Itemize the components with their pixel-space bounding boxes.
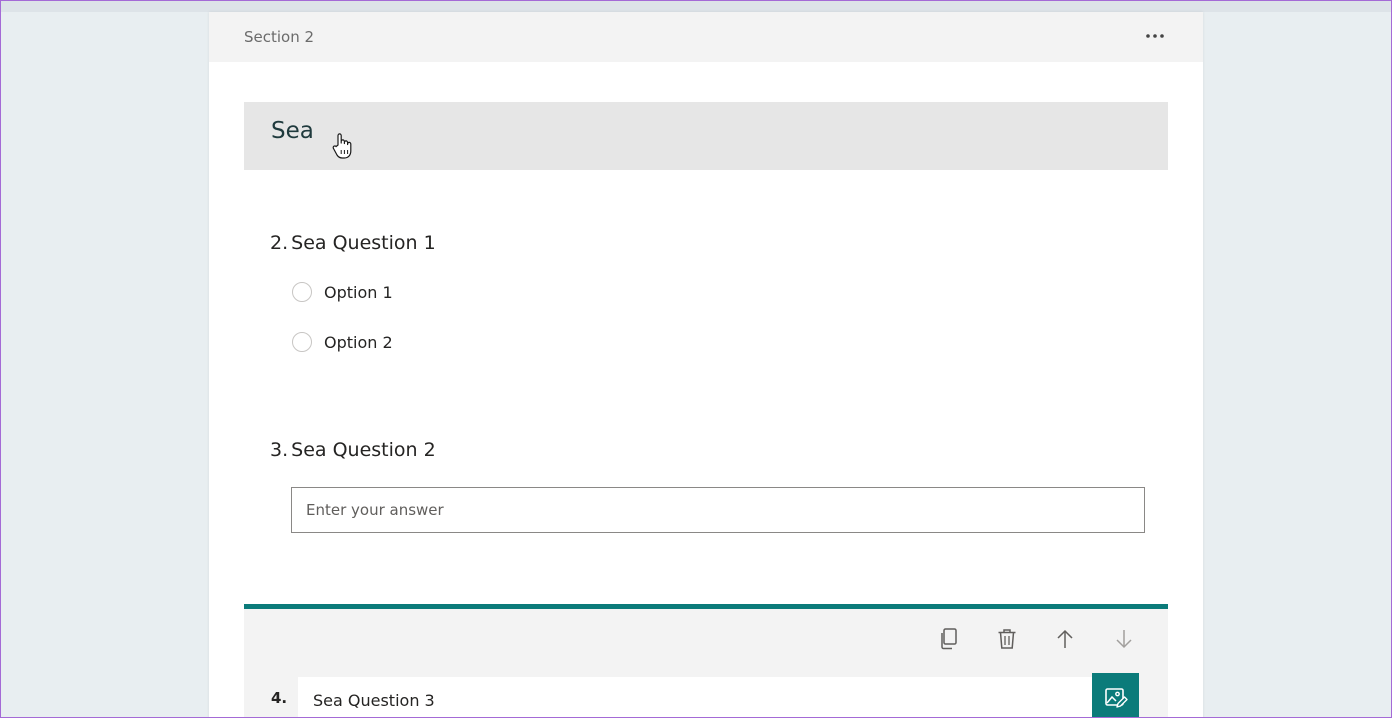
question-number: 3. <box>270 439 289 461</box>
move-up-button[interactable] <box>1051 625 1079 653</box>
question-number: 2. <box>270 232 289 254</box>
section-label: Section 2 <box>244 28 315 46</box>
question-title-input[interactable] <box>298 677 1092 718</box>
section-header: Section 2 <box>209 12 1203 62</box>
answer-input[interactable] <box>291 487 1145 533</box>
copy-icon <box>941 628 957 650</box>
hand-cursor-icon <box>332 133 352 159</box>
more-icon <box>1146 34 1164 38</box>
question-text: Sea Question 1 <box>291 232 436 254</box>
more-options-button[interactable] <box>1141 26 1169 46</box>
question-2-title: 2. Sea Question 1 <box>270 232 436 254</box>
insert-media-icon <box>1104 688 1128 708</box>
active-question-editor: 4. <box>244 604 1168 718</box>
question-2-option-2[interactable]: Option 2 <box>292 331 393 353</box>
question-text: Sea Question 2 <box>291 439 436 461</box>
form-section-card: Section 2 Sea 2. Sea Question 1 Option 1 … <box>209 12 1203 718</box>
question-2-option-1[interactable]: Option 1 <box>292 281 393 303</box>
move-down-button[interactable] <box>1110 625 1138 653</box>
window-top-strip <box>0 0 1392 12</box>
section-title: Sea <box>271 118 314 144</box>
insert-media-button[interactable] <box>1092 673 1139 718</box>
radio-button[interactable] <box>292 282 312 302</box>
arrow-up-icon <box>1057 629 1073 648</box>
option-label: Option 2 <box>324 332 393 352</box>
option-label: Option 1 <box>324 282 393 302</box>
delete-question-button[interactable] <box>993 625 1021 653</box>
trash-icon <box>998 629 1016 649</box>
copy-question-button[interactable] <box>935 625 963 653</box>
question-number: 4. <box>271 689 288 707</box>
radio-button[interactable] <box>292 332 312 352</box>
arrow-down-icon <box>1116 630 1132 649</box>
question-3-title: 3. Sea Question 2 <box>270 439 436 461</box>
section-title-box[interactable]: Sea <box>244 102 1168 170</box>
